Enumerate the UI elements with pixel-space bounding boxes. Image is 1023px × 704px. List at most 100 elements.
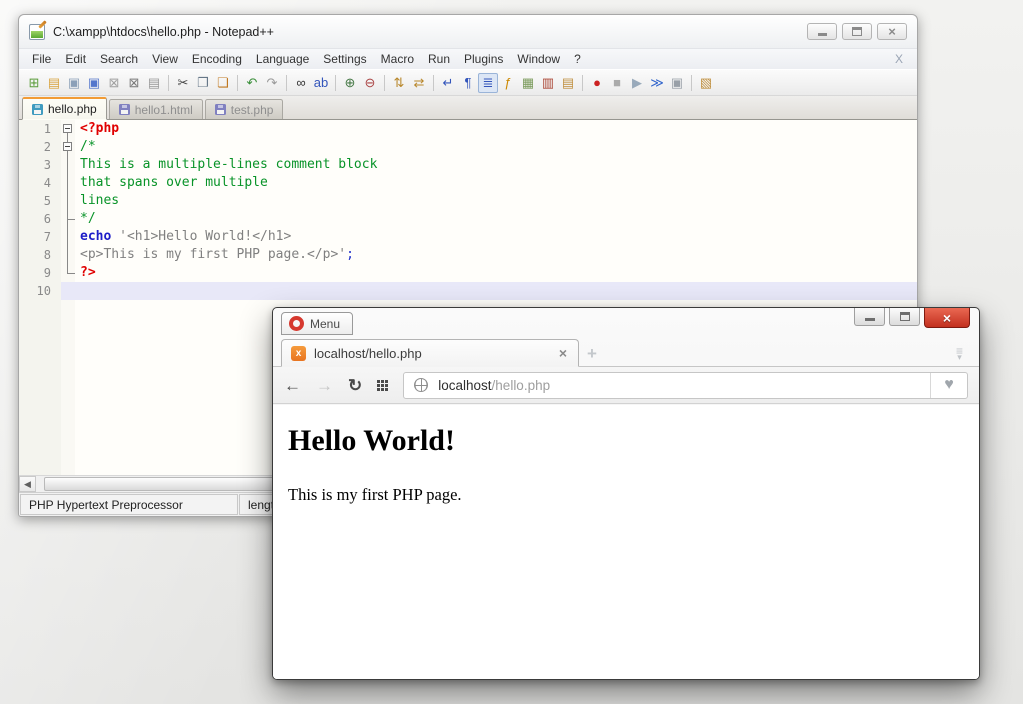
code-line[interactable]: 4that spans over multiple bbox=[19, 174, 917, 192]
code-line[interactable]: 7echo '<h1>Hello World!</h1> bbox=[19, 228, 917, 246]
fold-margin[interactable] bbox=[61, 156, 75, 174]
code-line[interactable]: 8<p>This is my first PHP page.</p>'; bbox=[19, 246, 917, 264]
maximize-button[interactable] bbox=[842, 23, 872, 40]
code-line[interactable]: 3This is a multiple-lines comment block bbox=[19, 156, 917, 174]
menu-macro[interactable]: Macro bbox=[374, 50, 421, 68]
tab-menu-icon[interactable]: ≡ ▾ bbox=[956, 348, 963, 361]
address-bar[interactable]: localhost/hello.php ♥ bbox=[403, 372, 968, 399]
run-macro-multiple-times-icon[interactable]: ≫ bbox=[647, 73, 667, 93]
notepadpp-titlebar[interactable]: C:\xampp\htdocs\hello.php - Notepad++ × bbox=[19, 15, 917, 48]
fold-marker bbox=[67, 174, 68, 192]
tab-label: hello.php bbox=[48, 102, 97, 116]
zoom-out-icon[interactable]: ⊖ bbox=[360, 73, 380, 93]
record-macro-icon[interactable]: ● bbox=[587, 73, 607, 93]
new-tab-button[interactable]: + bbox=[587, 345, 597, 362]
new-file-icon[interactable]: ⊞ bbox=[24, 73, 44, 93]
url-host: localhost bbox=[438, 378, 491, 393]
save-macro-icon[interactable]: ▣ bbox=[667, 73, 687, 93]
close-file-icon[interactable]: ⊠ bbox=[104, 73, 124, 93]
code-segment: '<h1>Hello World!</h1> bbox=[119, 229, 291, 244]
fold-margin[interactable] bbox=[61, 228, 75, 246]
code-line[interactable]: 10 bbox=[19, 282, 917, 300]
menu-run[interactable]: Run bbox=[421, 50, 457, 68]
close-button[interactable]: × bbox=[877, 23, 907, 40]
code-segment: */ bbox=[80, 211, 96, 226]
code-line[interactable]: 2/* bbox=[19, 138, 917, 156]
menu-view[interactable]: View bbox=[145, 50, 185, 68]
document-map-icon[interactable]: ▦ bbox=[518, 73, 538, 93]
fold-marker bbox=[67, 273, 75, 274]
play-macro-icon[interactable]: ▶ bbox=[627, 73, 647, 93]
fold-marker bbox=[67, 219, 75, 220]
document-switcher-icon[interactable]: ▥ bbox=[538, 73, 558, 93]
document-tab[interactable]: test.php bbox=[205, 99, 284, 119]
menu-window[interactable]: Window bbox=[510, 50, 567, 68]
scroll-left-button[interactable]: ◀ bbox=[19, 476, 36, 492]
show-all-characters-icon[interactable]: ¶ bbox=[458, 73, 478, 93]
menu-language[interactable]: Language bbox=[249, 50, 316, 68]
fold-margin[interactable] bbox=[61, 282, 75, 300]
cut-icon[interactable]: ✂ bbox=[173, 73, 193, 93]
save-all-icon[interactable]: ▣ bbox=[84, 73, 104, 93]
menu-plugins[interactable]: Plugins bbox=[457, 50, 510, 68]
redo-icon[interactable]: ↷ bbox=[262, 73, 282, 93]
opera-tabstrip: x localhost/hello.php × + ≡ ▾ bbox=[273, 338, 979, 367]
zoom-in-icon[interactable]: ⊕ bbox=[340, 73, 360, 93]
code-line[interactable]: 6*/ bbox=[19, 210, 917, 228]
menu-[interactable]: ? bbox=[567, 50, 588, 68]
find-icon[interactable]: ∞ bbox=[291, 73, 311, 93]
fold-margin[interactable] bbox=[61, 174, 75, 192]
menu-file[interactable]: File bbox=[25, 50, 58, 68]
menu-encoding[interactable]: Encoding bbox=[185, 50, 249, 68]
menu-search[interactable]: Search bbox=[93, 50, 145, 68]
toolbar-separator bbox=[582, 75, 583, 91]
function-list-icon[interactable]: ƒ bbox=[498, 73, 518, 93]
menu-settings[interactable]: Settings bbox=[316, 50, 373, 68]
menubar-close-button[interactable]: X bbox=[887, 52, 911, 66]
menu-edit[interactable]: Edit bbox=[58, 50, 93, 68]
folder-as-workspace-icon[interactable]: ▤ bbox=[558, 73, 578, 93]
fold-marker bbox=[67, 156, 68, 174]
minimize-icon bbox=[818, 33, 827, 36]
code-line[interactable]: 1<?php bbox=[19, 120, 917, 138]
fold-margin[interactable] bbox=[61, 264, 75, 282]
bookmark-heart-button[interactable]: ♥ bbox=[930, 373, 967, 398]
tab-close-icon[interactable]: × bbox=[557, 345, 569, 361]
undo-icon[interactable]: ↶ bbox=[242, 73, 262, 93]
fold-margin[interactable] bbox=[61, 210, 75, 228]
show-indent-guide-icon[interactable]: ≣ bbox=[478, 73, 498, 93]
back-button[interactable]: ← bbox=[284, 377, 301, 394]
word-wrap-icon[interactable]: ↵ bbox=[438, 73, 458, 93]
code-line[interactable]: 9?> bbox=[19, 264, 917, 282]
fold-margin[interactable] bbox=[61, 138, 75, 156]
fold-margin[interactable] bbox=[61, 192, 75, 210]
reload-button[interactable]: ↻ bbox=[348, 377, 362, 394]
document-tab[interactable]: hello1.html bbox=[109, 99, 203, 119]
open-file-icon[interactable]: ▤ bbox=[44, 73, 64, 93]
close-all-icon[interactable]: ⊠ bbox=[124, 73, 144, 93]
sync-vertical-scrolling-icon[interactable]: ⇅ bbox=[389, 73, 409, 93]
fold-margin[interactable] bbox=[61, 120, 75, 138]
opera-titlebar[interactable]: Menu × bbox=[273, 308, 979, 338]
opera-maximize-button[interactable] bbox=[889, 308, 920, 326]
document-tab[interactable]: hello.php bbox=[22, 97, 107, 120]
fold-margin[interactable] bbox=[61, 246, 75, 264]
speed-dial-icon[interactable] bbox=[377, 380, 388, 391]
print-icon[interactable]: ▤ bbox=[144, 73, 164, 93]
browser-tab[interactable]: x localhost/hello.php × bbox=[281, 339, 579, 367]
open-containing-folder-icon[interactable]: ▧ bbox=[696, 73, 716, 93]
close-icon: × bbox=[888, 25, 896, 38]
stop-macro-icon[interactable]: ■ bbox=[607, 73, 627, 93]
code-line[interactable]: 5lines bbox=[19, 192, 917, 210]
sync-horizontal-scrolling-icon[interactable]: ⇄ bbox=[409, 73, 429, 93]
opera-close-button[interactable]: × bbox=[924, 308, 970, 328]
minimize-button[interactable] bbox=[807, 23, 837, 40]
save-icon[interactable]: ▣ bbox=[64, 73, 84, 93]
replace-icon[interactable]: ab bbox=[311, 73, 331, 93]
copy-icon[interactable]: ❐ bbox=[193, 73, 213, 93]
opera-minimize-button[interactable] bbox=[854, 308, 885, 326]
opera-menu-button[interactable]: Menu bbox=[281, 312, 353, 335]
url-text[interactable]: localhost/hello.php bbox=[438, 378, 930, 393]
paste-icon[interactable]: ❏ bbox=[213, 73, 233, 93]
opera-window: Menu × x localhost/hello.php × + ≡ ▾ ← → bbox=[272, 307, 980, 680]
